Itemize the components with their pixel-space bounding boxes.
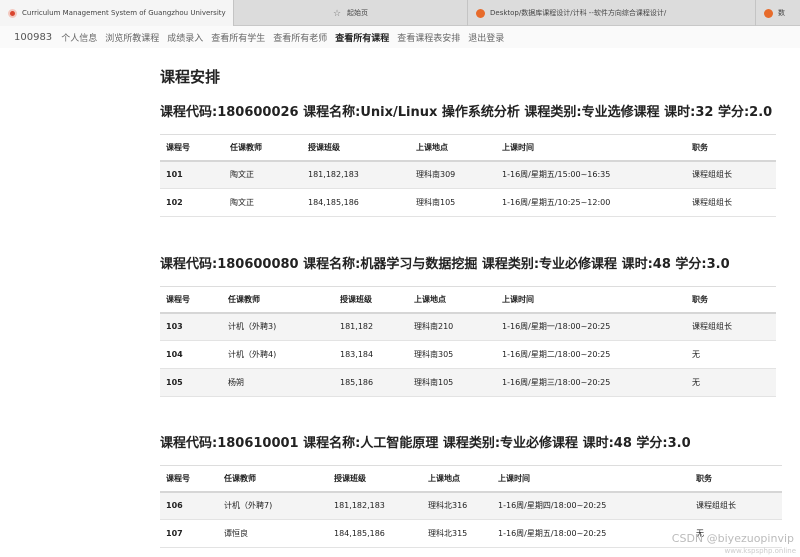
schedule: 1-16周/星期五/10:25~12:00 — [496, 188, 686, 217]
university-logo-icon — [8, 8, 17, 18]
browser-tab-more[interactable]: 数 — [756, 0, 800, 26]
schedule: 1-16周/星期四/18:00~20:25 — [492, 491, 690, 520]
star-icon: ☆ — [333, 8, 342, 19]
nav-item-grade-entry[interactable]: 成绩录入 — [167, 31, 203, 44]
column-header: 上课时间 — [492, 465, 690, 493]
course-number: 105 — [160, 368, 222, 397]
browser-tab-label: 数 — [778, 9, 785, 17]
browser-tab-strip: Curriculum Management System of Guangzho… — [0, 0, 800, 26]
document-icon — [764, 8, 773, 18]
column-header: 课程号 — [160, 134, 224, 162]
course-number: 103 — [160, 312, 222, 341]
classes: 185,186 — [334, 368, 408, 397]
column-header: 上课时间 — [496, 134, 686, 162]
column-header: 任课教师 — [218, 465, 328, 493]
location: 理科北315 — [422, 519, 492, 548]
browser-tab-label: Desktop/数据库课程设计/计科 --软件方向综合课程设计/ — [490, 9, 667, 17]
schedule: 1-16周/星期五/18:00~20:25 — [492, 519, 690, 548]
role: 无 — [686, 340, 776, 369]
nav-item-my-courses[interactable]: 浏览所教课程 — [105, 31, 159, 44]
column-header: 授课班级 — [302, 134, 410, 162]
column-header: 上课时间 — [496, 286, 686, 314]
table-row: 101 陶文正 181,182,183 理科南309 1-16周/星期五/15:… — [160, 160, 776, 189]
column-header: 任课教师 — [224, 134, 302, 162]
folder-icon — [476, 8, 485, 18]
column-header: 职务 — [690, 465, 782, 493]
table-header-row: 课程号 任课教师 授课班级 上课地点 上课时间 职务 — [160, 465, 782, 493]
teacher: 陶文正 — [224, 188, 302, 217]
location: 理科南105 — [408, 368, 496, 397]
nav-item-all-teachers[interactable]: 查看所有老师 — [273, 31, 327, 44]
teacher: 计机（外聘4) — [222, 340, 334, 369]
course-header: 课程代码:180600080 课程名称:机器学习与数据挖掘 课程类别:专业必修课… — [160, 257, 730, 272]
browser-tab-start-page[interactable]: ☆ 起始页 — [234, 0, 468, 26]
column-header: 上课地点 — [410, 134, 496, 162]
course-number: 101 — [160, 160, 224, 189]
teacher: 计机（外聘7) — [218, 491, 328, 520]
course-number: 107 — [160, 519, 218, 548]
table-row: 106 计机（外聘7) 181,182,183 理科北316 1-16周/星期四… — [160, 491, 782, 520]
nav-item-all-courses[interactable]: 查看所有课程 — [335, 31, 389, 44]
classes: 184,185,186 — [328, 519, 422, 548]
nav-item-all-students[interactable]: 查看所有学生 — [211, 31, 265, 44]
column-header: 授课班级 — [328, 465, 422, 493]
location: 理科北316 — [422, 491, 492, 520]
table-row: 104 计机（外聘4) 183,184 理科南305 1-16周/星期二/18:… — [160, 340, 776, 369]
location: 理科南305 — [408, 340, 496, 369]
table-row: 103 计机（外聘3) 181,182 理科南210 1-16周/星期一/18:… — [160, 312, 776, 341]
role: 无 — [686, 368, 776, 397]
course-header: 课程代码:180610001 课程名称:人工智能原理 课程类别:专业必修课程 课… — [160, 436, 691, 451]
classes: 181,182,183 — [302, 160, 410, 189]
course-table: 课程号 任课教师 授课班级 上课地点 上课时间 职务 101 陶文正 181,1… — [160, 134, 776, 217]
course-number: 104 — [160, 340, 222, 369]
main-nav: 100983 个人信息 浏览所教课程 成绩录入 查看所有学生 查看所有老师 查看… — [0, 26, 800, 48]
role: 课程组组长 — [686, 160, 776, 189]
browser-tab-label: Curriculum Management System of Guangzho… — [22, 9, 226, 17]
column-header: 职务 — [686, 286, 776, 314]
user-id: 100983 — [14, 31, 53, 43]
table-header-row: 课程号 任课教师 授课班级 上课地点 上课时间 职务 — [160, 286, 776, 314]
table-row: 105 杨朔 185,186 理科南105 1-16周/星期三/18:00~20… — [160, 368, 776, 397]
nav-item-logout[interactable]: 退出登录 — [468, 31, 504, 44]
course-number: 102 — [160, 188, 224, 217]
classes: 181,182 — [334, 312, 408, 341]
role: 课程组组长 — [686, 312, 776, 341]
teacher: 杨朔 — [222, 368, 334, 397]
page-title: 课程安排 — [160, 68, 221, 86]
schedule: 1-16周/星期五/15:00~16:35 — [496, 160, 686, 189]
column-header: 职务 — [686, 134, 776, 162]
table-header-row: 课程号 任课教师 授课班级 上课地点 上课时间 职务 — [160, 134, 776, 162]
browser-tab-curriculum[interactable]: Curriculum Management System of Guangzho… — [0, 0, 234, 26]
teacher: 谭恒良 — [218, 519, 328, 548]
table-row: 102 陶文正 184,185,186 理科南105 1-16周/星期五/10:… — [160, 188, 776, 217]
column-header: 上课地点 — [422, 465, 492, 493]
watermark: CSDN @biyezuopinvip — [671, 532, 794, 545]
course-number: 106 — [160, 491, 218, 520]
schedule: 1-16周/星期一/18:00~20:25 — [496, 312, 686, 341]
teacher: 计机（外聘3) — [222, 312, 334, 341]
column-header: 上课地点 — [408, 286, 496, 314]
classes: 184,185,186 — [302, 188, 410, 217]
course-header: 课程代码:180600026 课程名称:Unix/Linux 操作系统分析 课程… — [160, 105, 773, 120]
browser-tab-label: 起始页 — [347, 9, 368, 17]
nav-item-profile[interactable]: 个人信息 — [61, 31, 97, 44]
browser-tab-desktop[interactable]: Desktop/数据库课程设计/计科 --软件方向综合课程设计/ — [468, 0, 756, 26]
watermark-url: www.kspsphp.online — [724, 547, 796, 555]
role: 课程组组长 — [690, 491, 782, 520]
course-table: 课程号 任课教师 授课班级 上课地点 上课时间 职务 103 计机（外聘3) 1… — [160, 286, 776, 397]
column-header: 授课班级 — [334, 286, 408, 314]
schedule: 1-16周/星期三/18:00~20:25 — [496, 368, 686, 397]
teacher: 陶文正 — [224, 160, 302, 189]
classes: 181,182,183 — [328, 491, 422, 520]
column-header: 课程号 — [160, 286, 222, 314]
classes: 183,184 — [334, 340, 408, 369]
location: 理科南105 — [410, 188, 496, 217]
location: 理科南309 — [410, 160, 496, 189]
column-header: 任课教师 — [222, 286, 334, 314]
nav-item-timetable[interactable]: 查看课程表安排 — [397, 31, 460, 44]
schedule: 1-16周/星期二/18:00~20:25 — [496, 340, 686, 369]
location: 理科南210 — [408, 312, 496, 341]
role: 课程组组长 — [686, 188, 776, 217]
column-header: 课程号 — [160, 465, 218, 493]
